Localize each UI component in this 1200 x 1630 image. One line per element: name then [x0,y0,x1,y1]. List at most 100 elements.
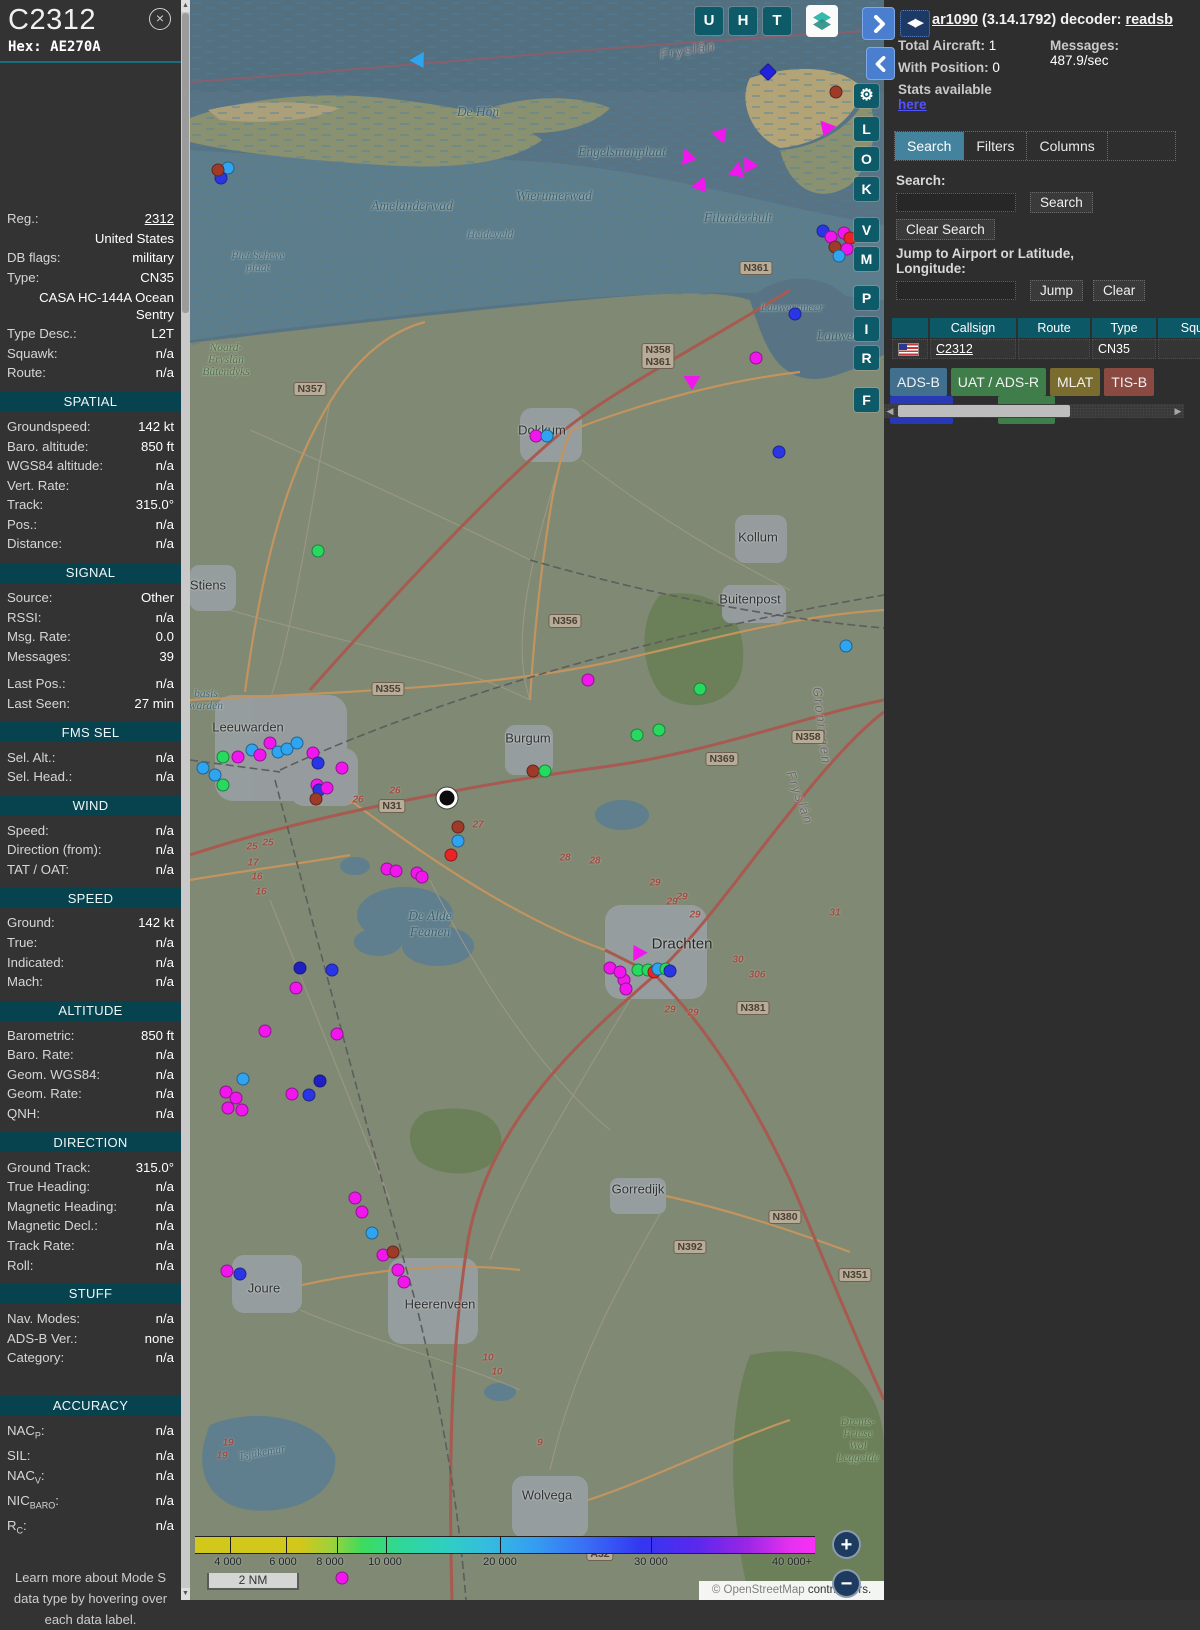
column-header[interactable]: Squawk [1158,318,1200,338]
map-button-k[interactable]: K [854,177,879,201]
left-panel-scrollbar[interactable]: ▲ ▼ [181,0,190,1600]
tar1090-link[interactable]: ar1090 [932,12,978,28]
map-button-p[interactable]: P [854,286,879,310]
map-button-v[interactable]: V [854,218,879,242]
table-row[interactable]: C2312 CN35 850 [892,339,1200,360]
aircraft-marker[interactable] [630,728,644,742]
aircraft-marker[interactable] [540,429,554,443]
aircraft-marker[interactable] [253,748,267,762]
panel-toggle-icon[interactable]: ◀▶ [900,10,930,37]
callsign-link[interactable]: C2312 [936,342,973,356]
aircraft-marker[interactable] [451,820,465,834]
table-horizontal-scrollbar[interactable]: ◀ ▶ [884,404,1184,418]
aircraft-marker[interactable] [389,864,403,878]
selected-aircraft-marker[interactable] [436,787,458,809]
aircraft-marker[interactable] [444,848,458,862]
aircraft-marker[interactable] [663,964,677,978]
aircraft-marker[interactable] [613,965,627,979]
aircraft-marker[interactable] [348,1191,362,1205]
scrollbar-thumb[interactable] [182,13,189,313]
aircraft-marker[interactable] [409,52,431,73]
aircraft-marker[interactable] [302,1088,316,1102]
aircraft-marker[interactable] [726,162,745,183]
clear-jump-button[interactable]: Clear [1093,280,1146,301]
aircraft-marker[interactable] [289,981,303,995]
aircraft-marker[interactable] [581,673,595,687]
column-header[interactable]: Route [1018,318,1090,338]
aircraft-marker[interactable] [330,1027,344,1041]
tab-filters[interactable]: Filters [964,132,1028,160]
aircraft-marker[interactable] [290,736,304,750]
aircraft-marker[interactable] [415,870,429,884]
aircraft-marker[interactable] [221,1101,235,1115]
aircraft-marker[interactable] [258,1024,272,1038]
layers-button[interactable] [806,5,838,37]
map-button-u[interactable]: U [695,7,723,35]
aircraft-marker[interactable] [233,1267,247,1281]
aircraft-marker[interactable] [749,351,763,365]
settings-gear-icon[interactable]: ⚙ [854,84,879,108]
scroll-right-icon[interactable]: ▶ [1172,404,1184,418]
jump-button[interactable]: Jump [1030,280,1084,301]
aircraft-marker[interactable] [832,249,846,263]
aircraft-marker[interactable] [788,307,802,321]
map-canvas[interactable]: Fryslân De Hôn Engelsmanplaat Amelanderwad W… [190,0,884,1600]
map-button-m[interactable]: M [854,247,879,271]
aircraft-marker[interactable] [365,1226,379,1240]
aircraft-marker[interactable] [538,764,552,778]
aircraft-marker[interactable] [711,122,733,144]
aircraft-marker[interactable] [619,982,633,996]
aircraft-marker[interactable] [397,1275,411,1289]
hscroll-thumb[interactable] [898,405,1070,417]
aircraft-marker[interactable] [355,1205,369,1219]
aircraft-marker[interactable] [285,1087,299,1101]
column-header[interactable]: Callsign [930,318,1016,338]
aircraft-marker[interactable] [839,639,853,653]
aircraft-marker[interactable] [682,148,699,167]
clear-search-button[interactable]: Clear Search [896,219,995,240]
aircraft-marker[interactable] [235,1103,249,1117]
close-icon[interactable]: × [149,8,171,30]
aircraft-marker[interactable] [293,961,307,975]
attribution-link[interactable]: © OpenStreetMap [712,1584,808,1596]
field-value[interactable]: 2312 [145,210,174,227]
aircraft-marker[interactable] [386,1245,400,1259]
scroll-up-icon[interactable]: ▲ [181,0,190,12]
aircraft-marker[interactable] [311,756,325,770]
zoom-out-button[interactable]: − [832,1569,861,1598]
callsign-cell[interactable]: C2312 [930,339,1016,360]
aircraft-marker[interactable] [758,62,778,82]
aircraft-marker[interactable] [652,723,666,737]
scroll-down-icon[interactable]: ▼ [181,1588,190,1600]
tab-columns[interactable]: Columns [1027,132,1108,160]
aircraft-marker[interactable] [196,761,210,775]
sidebar-expand-button[interactable] [862,7,895,40]
search-input[interactable] [896,193,1016,212]
aircraft-marker[interactable] [772,445,786,459]
search-button[interactable]: Search [1030,192,1093,213]
aircraft-marker[interactable] [208,768,222,782]
column-header[interactable]: Type [1092,318,1156,338]
tab-search[interactable]: Search [895,132,965,160]
scroll-left-icon[interactable]: ◀ [884,404,896,418]
column-header[interactable] [892,318,928,338]
aircraft-marker[interactable] [309,792,323,806]
map-button-i[interactable]: I [854,317,879,341]
aircraft-marker[interactable] [236,1072,250,1086]
readsb-link[interactable]: readsb [1125,12,1173,28]
aircraft-marker[interactable] [335,761,349,775]
aircraft-marker[interactable] [693,682,707,696]
sidebar-collapse-button[interactable] [866,47,895,80]
aircraft-marker[interactable] [220,1264,234,1278]
aircraft-marker[interactable] [211,163,225,177]
map-button-r[interactable]: R [854,346,879,370]
aircraft-marker[interactable] [816,121,837,140]
map-button-h[interactable]: H [729,7,757,35]
aircraft-marker[interactable] [325,963,339,977]
aircraft-marker[interactable] [691,176,713,198]
aircraft-marker[interactable] [216,750,230,764]
stats-here-link[interactable]: here [898,97,927,112]
aircraft-marker[interactable] [829,85,843,99]
map-button-o[interactable]: O [854,147,879,171]
aircraft-marker[interactable] [626,941,648,962]
